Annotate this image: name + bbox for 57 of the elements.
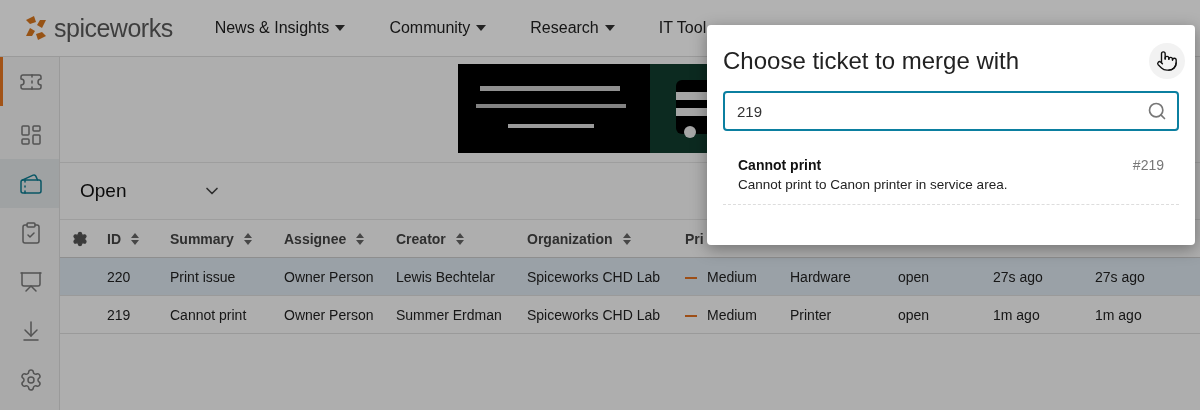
result-item[interactable]: Cannot print #219 Cannot print to Canon printer in service area. [723, 147, 1179, 205]
view-dropdown[interactable]: Open [80, 180, 222, 202]
table-cell-text: Print issue [169, 268, 237, 285]
sidebar-item[interactable] [0, 159, 59, 208]
table-cell-text: Summer Erdman [395, 306, 503, 323]
table-cell-text: Lewis Bechtelar [395, 268, 496, 285]
ticket-number: #219 [1132, 157, 1164, 173]
table-cell-text: 1m ago [992, 306, 1041, 323]
caret-icon [604, 25, 615, 31]
close-button[interactable] [1149, 43, 1185, 79]
nav-link[interactable]: Community [389, 19, 487, 37]
result-title: Cannot print [738, 157, 823, 173]
table-cell-text: Cannot print [169, 306, 248, 323]
settings-icon[interactable] [72, 230, 88, 247]
table-cell-text: 220 [106, 268, 132, 285]
table-cell-text: 27s ago [1094, 268, 1146, 285]
hand-cursor-icon [1156, 50, 1178, 72]
chart-icon [19, 269, 43, 294]
table-cell: Medium [673, 268, 778, 285]
caret-icon [335, 25, 346, 31]
column-header[interactable]: Creator [384, 230, 515, 247]
search-field[interactable]: 219 [723, 91, 1179, 131]
table-cell-text: 1m ago [1094, 306, 1143, 323]
sort-icon[interactable] [243, 232, 252, 245]
sort-icon[interactable] [455, 232, 464, 245]
table-cell-text: open [897, 268, 931, 285]
table-cell-text: 27s ago [992, 268, 1044, 285]
checklist-icon [19, 220, 43, 245]
table-cell-text: Spiceworks CHD Lab [526, 268, 662, 285]
table-row[interactable]: 219 Cannot print Owner Person Summer Erdman Spiceworks CHD Lab Medium Printer open 1m ago 1m ago [60, 296, 1200, 334]
column-header[interactable]: Organization [515, 230, 673, 247]
column-header[interactable]: Summary [158, 230, 272, 247]
caret-icon [476, 25, 487, 31]
table-cell-text: open [897, 306, 931, 323]
table-cell-text: Owner Person [283, 268, 375, 285]
nav-link[interactable]: Research [530, 19, 615, 37]
result-description: Cannot print to Canon printer in service area. [738, 177, 1009, 192]
column-header[interactable]: Assignee [272, 230, 384, 247]
table-cell-text: Spiceworks CHD Lab [526, 306, 662, 323]
table-cell-text: 219 [106, 306, 132, 323]
table-cell-text: Printer [789, 306, 833, 323]
column-header[interactable]: ID [95, 230, 158, 247]
table-cell-text: Owner Person [283, 306, 375, 323]
logo-text[interactable]: spiceworks [54, 13, 173, 43]
nav-link[interactable]: IT Tool [658, 19, 707, 37]
search-icon[interactable] [1147, 101, 1167, 121]
table-cell-text: Hardware [789, 268, 852, 285]
sort-icon[interactable] [622, 232, 631, 245]
table-cell: Medium [673, 306, 778, 323]
nav-link[interactable]: News & Insights [214, 19, 346, 37]
settings-icon [19, 367, 43, 392]
dialog-title: Choose ticket to merge with [723, 47, 1020, 75]
table-row[interactable]: 220 Print issue Owner Person Lewis Bechtelar Spiceworks CHD Lab Medium Hardware open 27s ago 27s ago [60, 258, 1200, 296]
tickets-icon [19, 171, 43, 196]
sort-icon[interactable] [356, 232, 365, 245]
sort-icon[interactable] [131, 232, 139, 245]
dashboard-icon [19, 122, 43, 147]
